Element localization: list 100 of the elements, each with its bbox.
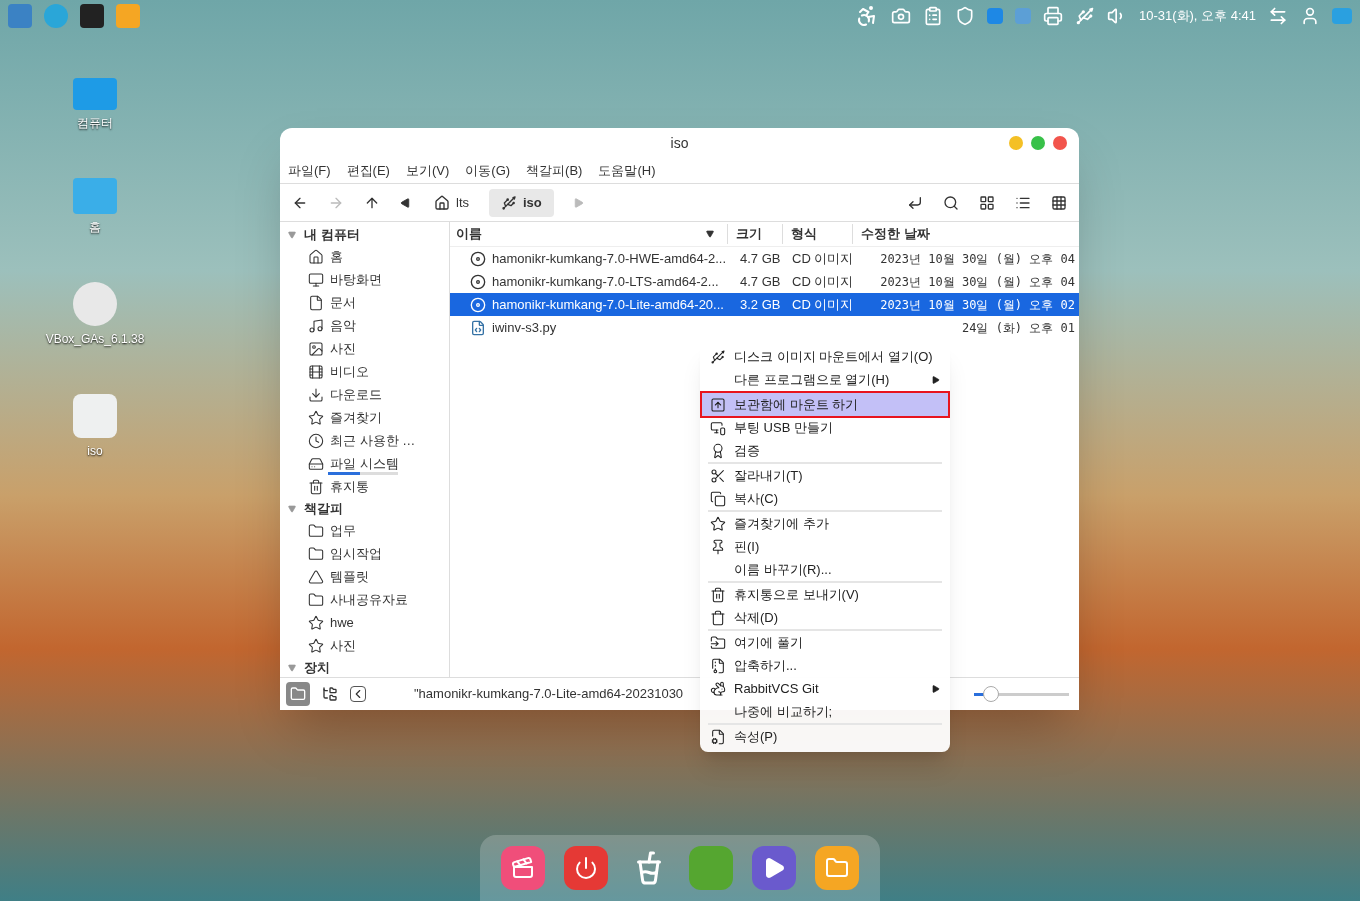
context-menu-item[interactable]: 나중에 비교하기; bbox=[702, 700, 948, 723]
power-icon[interactable] bbox=[564, 846, 608, 890]
column-header[interactable]: 형식 bbox=[782, 224, 852, 244]
menu-item[interactable]: 파일(F) bbox=[288, 161, 331, 181]
arrows-icon[interactable] bbox=[1268, 6, 1288, 26]
triangle-left-icon[interactable] bbox=[400, 197, 410, 208]
user-icon[interactable] bbox=[1300, 6, 1320, 26]
return-icon[interactable] bbox=[907, 194, 923, 211]
file-date: 24일 (화) 오후 01 bbox=[960, 319, 1076, 337]
sidebar-item[interactable]: 문서 bbox=[280, 291, 449, 314]
sidebar-item[interactable]: 음악 bbox=[280, 314, 449, 337]
sidebar-item[interactable]: 사내공유자료 bbox=[280, 588, 449, 611]
breadcrumb-button[interactable]: iso bbox=[489, 188, 554, 217]
menu-item[interactable]: 도움말(H) bbox=[598, 161, 656, 181]
sidebar-item[interactable]: 다운로드 bbox=[280, 383, 449, 406]
context-menu-item[interactable]: 즐겨찾기에 추가 bbox=[702, 512, 948, 535]
sidebar-item[interactable]: 업무 bbox=[280, 519, 449, 542]
zoom-slider[interactable] bbox=[974, 686, 1069, 702]
file-type: CD 이미지 bbox=[792, 295, 855, 314]
context-menu-item[interactable]: 보관함에 마운트 하기 bbox=[702, 393, 948, 416]
sidebar-item[interactable]: 사진 bbox=[280, 634, 449, 657]
sidebar-item[interactable]: 파일 시스템 bbox=[280, 452, 449, 475]
python-file-icon bbox=[470, 319, 486, 336]
minimize-button[interactable] bbox=[1009, 136, 1023, 150]
context-menu-item[interactable]: 압축하기... bbox=[702, 654, 948, 677]
terminal-icon[interactable] bbox=[80, 4, 104, 28]
context-menu-item[interactable]: 휴지통으로 보내기(V) bbox=[702, 583, 948, 606]
menu-item[interactable]: 편집(E) bbox=[346, 161, 390, 181]
folder-view-button[interactable] bbox=[286, 682, 310, 706]
disc-file-icon bbox=[470, 296, 486, 313]
sidebar-item[interactable]: 즐겨찾기 bbox=[280, 406, 449, 429]
sidebar-item[interactable]: 최근 사용한 … bbox=[280, 429, 449, 452]
properties-icon bbox=[710, 728, 726, 745]
context-menu-item[interactable]: 속성(P) bbox=[702, 725, 948, 748]
certificate-icon bbox=[710, 442, 726, 459]
star-icon bbox=[308, 614, 324, 631]
sidebar-item[interactable]: 임시작업 bbox=[280, 542, 449, 565]
folder-icon bbox=[290, 686, 306, 702]
sidebar-section-title[interactable]: 장치 bbox=[304, 657, 330, 677]
file-row[interactable]: hamonikr-kumkang-7.0-Lite-amd64-20... 3.2 GB CD 이미지 2023년 10월 30일 (월) 오후 02 bbox=[450, 293, 1079, 316]
sidebar-item[interactable]: hwe bbox=[280, 611, 449, 634]
sidebar-item[interactable]: 템플릿 bbox=[280, 565, 449, 588]
sidebar-item[interactable]: 휴지통 bbox=[280, 475, 449, 498]
expander-icon[interactable] bbox=[288, 504, 296, 513]
sidebar-item[interactable]: 홈 bbox=[280, 245, 449, 268]
tree-icon[interactable] bbox=[322, 686, 338, 702]
file-row[interactable]: hamonikr-kumkang-7.0-LTS-amd64-2... 4.7 GB CD 이미지 2023년 10월 30일 (월) 오후 04 bbox=[450, 270, 1079, 293]
media-app-icon[interactable] bbox=[501, 846, 546, 890]
app-icon[interactable] bbox=[986, 8, 1003, 24]
context-menu-item[interactable]: 삭제(D) bbox=[702, 606, 948, 629]
context-menu-item[interactable]: 핀(I) bbox=[702, 535, 948, 558]
file-size: 3.2 GB bbox=[740, 295, 782, 314]
search-icon[interactable] bbox=[943, 194, 959, 211]
context-menu-item[interactable]: 복사(C) bbox=[702, 487, 948, 510]
sidebar-item[interactable]: 비디오 bbox=[280, 360, 449, 383]
trash-icon bbox=[710, 586, 726, 603]
menu-item[interactable]: 보기(V) bbox=[405, 161, 450, 181]
menu-item[interactable]: 이동(G) bbox=[465, 161, 511, 181]
context-menu-item[interactable]: 검증 bbox=[702, 439, 948, 462]
collapse-icon[interactable] bbox=[350, 686, 366, 702]
file-manager-icon[interactable] bbox=[814, 846, 859, 890]
file-row[interactable]: iwinv-s3.py 24일 (화) 오후 01 bbox=[450, 316, 1079, 339]
usb-icon bbox=[710, 348, 726, 365]
maximize-button[interactable] bbox=[1031, 136, 1045, 150]
folder-icon bbox=[308, 522, 324, 539]
expander-icon[interactable] bbox=[288, 230, 296, 239]
context-menu-item[interactable]: 이름 바꾸기(R)... bbox=[702, 558, 948, 581]
column-header[interactable]: 이름 bbox=[450, 224, 705, 244]
sort-icon[interactable] bbox=[705, 230, 715, 238]
context-menu-item[interactable]: 부팅 USB 만들기 bbox=[702, 416, 948, 439]
video-player-icon[interactable] bbox=[751, 846, 796, 890]
close-button[interactable] bbox=[1053, 136, 1067, 150]
archive-icon bbox=[710, 657, 726, 674]
breadcrumb-button[interactable]: lts bbox=[422, 188, 481, 217]
home-icon bbox=[434, 194, 450, 211]
context-menu-item[interactable]: 잘라내기(T) bbox=[702, 464, 948, 487]
star-icon bbox=[308, 409, 324, 426]
sidebar-item[interactable]: 사진 bbox=[280, 337, 449, 360]
printer-icon[interactable] bbox=[1042, 6, 1063, 26]
sidebar-section-title[interactable]: 책갈피 bbox=[304, 498, 343, 519]
column-header[interactable]: 크기 bbox=[727, 224, 782, 244]
menu-item[interactable]: 책갈피(B) bbox=[526, 161, 583, 181]
column-header[interactable]: 수정한 날짜 bbox=[852, 224, 1079, 244]
camera-icon[interactable] bbox=[890, 6, 911, 26]
context-menu-item[interactable]: RabbitVCS Git bbox=[702, 677, 948, 700]
triangle-right-icon[interactable] bbox=[573, 197, 584, 208]
icon-view-icon[interactable] bbox=[979, 194, 995, 211]
file-size: 4.7 GB bbox=[740, 249, 782, 268]
context-menu-item[interactable]: 여기에 풀기 bbox=[702, 631, 948, 654]
sidebar-section-title[interactable]: 내 컴퓨터 bbox=[304, 224, 360, 245]
context-menu-item[interactable]: 디스크 이미지 마운트에서 열기(O) bbox=[702, 345, 948, 368]
star-icon bbox=[308, 637, 324, 654]
eject-icon bbox=[710, 396, 726, 413]
sidebar-item[interactable]: 바탕화면 bbox=[280, 268, 449, 291]
usb-icon[interactable] bbox=[1074, 6, 1095, 26]
file-row[interactable]: hamonikr-kumkang-7.0-HWE-amd64-2... 4.7 GB CD 이미지 2023년 10월 30일 (월) 오후 04 bbox=[450, 247, 1079, 270]
context-menu-item[interactable]: 다른 프로그램으로 열기(H) bbox=[702, 368, 948, 391]
image-icon bbox=[308, 340, 324, 357]
expander-icon[interactable] bbox=[288, 663, 296, 672]
compact-view-icon[interactable] bbox=[1051, 194, 1067, 211]
